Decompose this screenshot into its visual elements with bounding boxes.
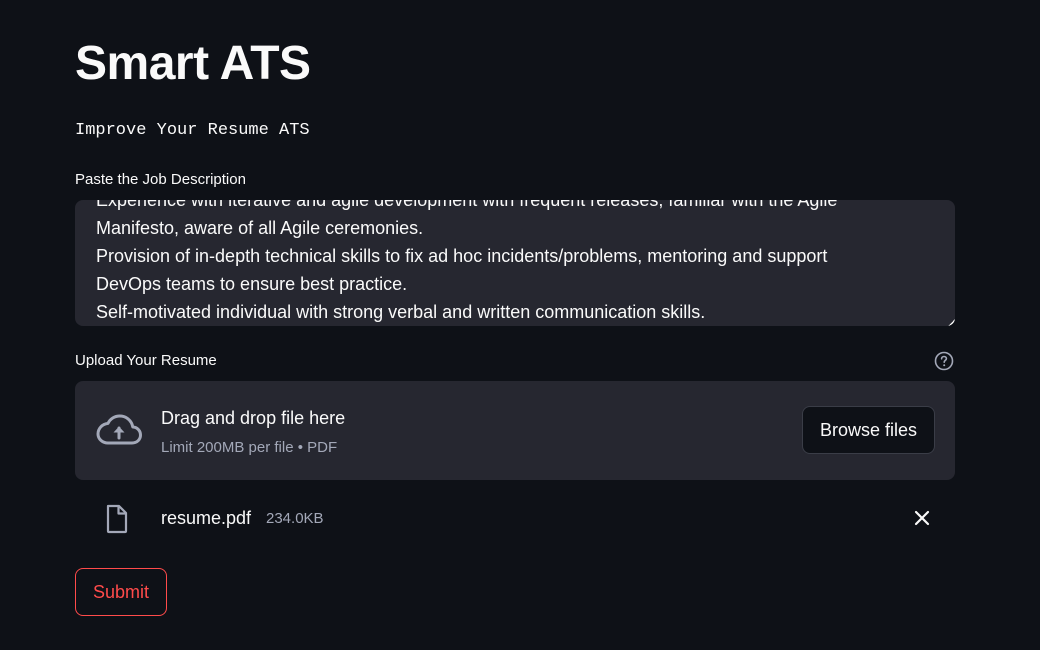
submit-button[interactable]: Submit bbox=[75, 568, 167, 616]
question-circle-icon[interactable] bbox=[934, 351, 954, 371]
close-icon[interactable] bbox=[911, 507, 933, 529]
dropzone-title: Drag and drop file here bbox=[161, 408, 346, 428]
job-description-textarea[interactable]: Experience with iterative and agile deve… bbox=[75, 200, 955, 326]
uploaded-file-name: resume.pdf bbox=[161, 508, 252, 528]
resize-handle[interactable] bbox=[948, 319, 955, 326]
job-description-line: DevOps teams to ensure best practice. bbox=[96, 274, 408, 294]
browse-files-button[interactable]: Browse files bbox=[802, 406, 935, 454]
job-description-line: Provision of in-depth technical skills t… bbox=[96, 246, 828, 266]
job-description-line: Self-motivated individual with strong ve… bbox=[96, 302, 706, 322]
upload-label: Upload Your Resume bbox=[75, 352, 217, 369]
uploaded-file-row: resume.pdf 234.0KB bbox=[75, 498, 955, 538]
job-description-line: Experience with iterative and agile deve… bbox=[96, 200, 838, 210]
cloud-upload-icon bbox=[96, 414, 142, 445]
job-description-label: Paste the Job Description bbox=[75, 171, 246, 188]
page-subtitle: Improve Your Resume ATS bbox=[75, 121, 310, 140]
file-icon bbox=[106, 504, 128, 534]
dropzone-limit: Limit 200MB per file • PDF bbox=[161, 439, 338, 456]
job-description-text: Experience with iterative and agile deve… bbox=[96, 200, 895, 326]
file-dropzone[interactable]: Drag and drop file here Limit 200MB per … bbox=[75, 381, 955, 480]
app-container: Smart ATS Improve Your Resume ATS Paste … bbox=[0, 0, 1040, 650]
page-title: Smart ATS bbox=[75, 37, 311, 90]
uploaded-file-size: 234.0KB bbox=[266, 510, 324, 527]
job-description-line: Manifesto, aware of all Agile ceremonies… bbox=[96, 218, 424, 238]
